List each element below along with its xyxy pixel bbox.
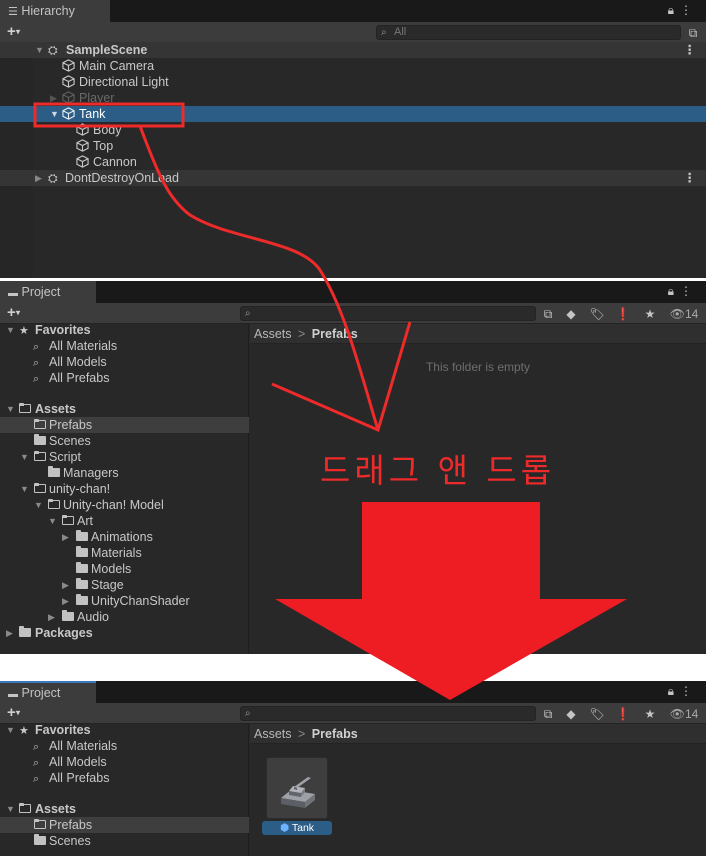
drag-arrow-path <box>138 125 380 431</box>
big-down-arrow <box>275 502 627 700</box>
drag-and-drop-caption: 드래그 앤 드롭 <box>320 451 556 490</box>
tank-highlight-box <box>33 102 185 128</box>
annotation-overlay <box>33 102 627 700</box>
drag-arrow-head <box>271 321 412 433</box>
